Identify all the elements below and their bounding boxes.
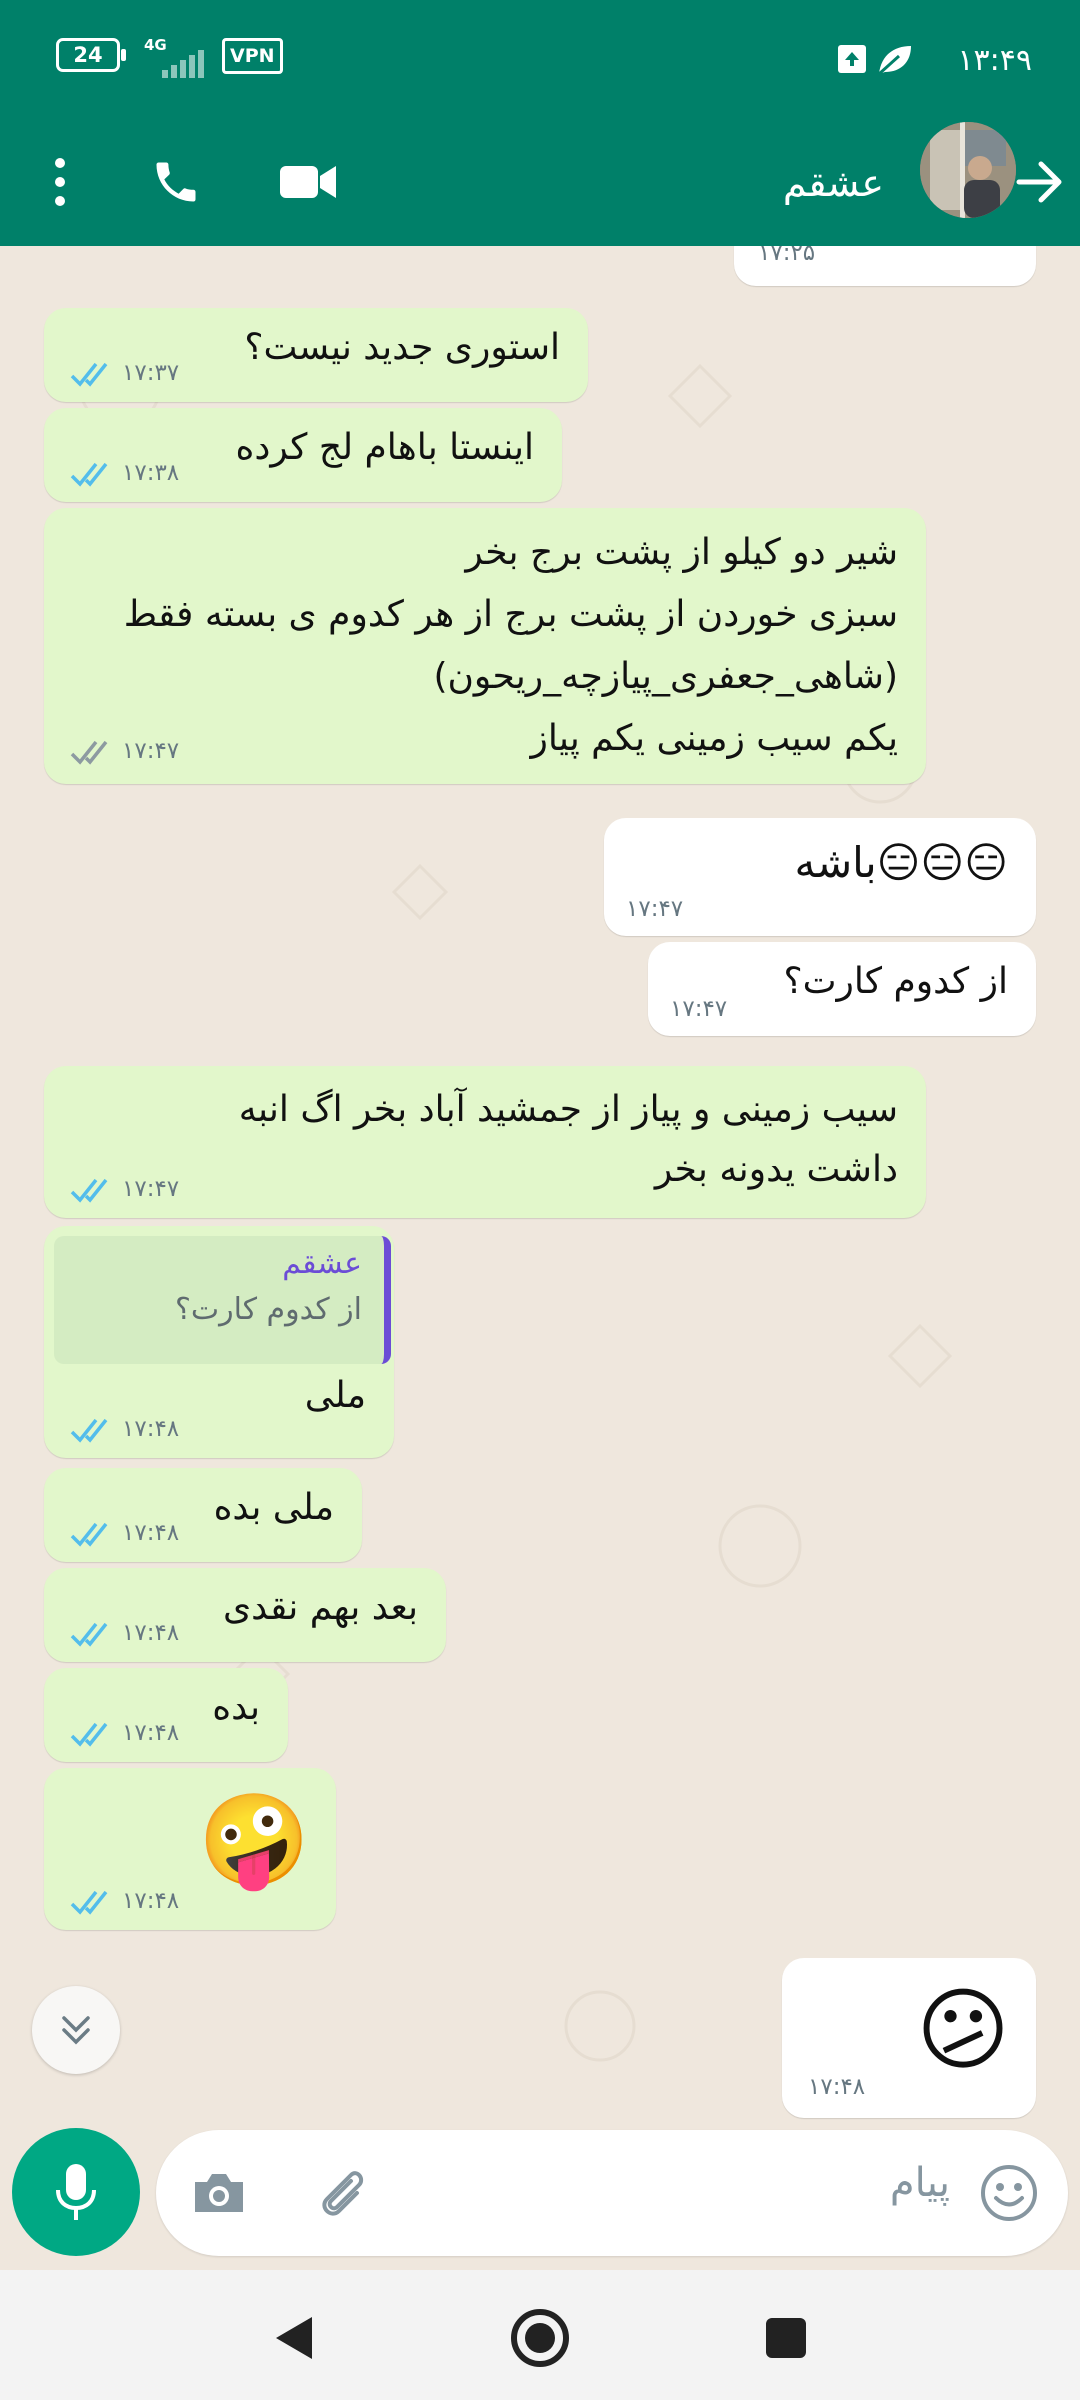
message-time: ۱۷:۴۸ — [122, 1720, 180, 1746]
contact-name[interactable]: عشقم — [783, 148, 884, 218]
recents-nav-icon[interactable] — [746, 2298, 826, 2378]
message-time: ۱۷:۴۸ — [122, 1620, 180, 1646]
message-bubble[interactable]: بعد بهم نقدی ۱۷:۴۸ — [44, 1568, 446, 1662]
more-options-icon[interactable] — [20, 142, 100, 222]
message-text: استوری جدید نیست؟ — [244, 327, 560, 368]
chevron-double-down-icon — [62, 2016, 90, 2045]
app-bar: 24 4G VPN ۱۳:۴۹ عشقم — [0, 0, 1080, 246]
network-type: 4G — [144, 36, 167, 54]
message-bubble[interactable]: ملی بده ۱۷:۴۸ — [44, 1468, 362, 1562]
message-text: اینستا باهام لج کرده — [235, 427, 535, 468]
double-check-icon — [70, 1178, 108, 1203]
message-emoji: 🤪 — [197, 1788, 310, 1893]
message-text: 😑😑😑باشه — [794, 838, 1008, 887]
message-bubble-emoji[interactable]: 😕 ۱۷:۴۸ — [782, 1958, 1036, 2118]
voice-call-icon[interactable] — [136, 142, 216, 222]
emoji-icon[interactable] — [970, 2154, 1048, 2232]
message-bubble[interactable]: بده ۱۷:۴۸ — [44, 1668, 288, 1762]
signal-indicator: 4G — [140, 36, 210, 82]
chat-area[interactable]: ۱۷:۲۵ استوری جدید نیست؟ ۱۷:۳۷ اینستا باه… — [0, 246, 1080, 2130]
message-time: ۱۷:۴۷ — [626, 896, 684, 922]
message-text: از کدوم کارت؟ — [783, 961, 1008, 1002]
message-time: ۱۷:۴۷ — [670, 996, 728, 1022]
double-check-icon — [70, 1890, 108, 1915]
contact-avatar[interactable] — [920, 122, 1016, 218]
message-text: بعد بهم نقدی — [222, 1587, 418, 1628]
quoted-message[interactable]: عشقم از کدوم کارت؟ — [54, 1236, 391, 1364]
message-bubble-reply[interactable]: عشقم از کدوم کارت؟ ملی ۱۷:۴۸ — [44, 1226, 394, 1458]
system-navigation-bar — [0, 2270, 1080, 2400]
message-input-bar[interactable]: پیام — [156, 2130, 1068, 2256]
double-check-icon — [70, 1522, 108, 1547]
message-bubble[interactable]: اینستا باهام لج کرده ۱۷:۳۸ — [44, 408, 562, 502]
message-time: ۱۷:۴۷ — [122, 1176, 180, 1202]
attach-icon[interactable] — [302, 2154, 380, 2232]
double-check-icon — [70, 1418, 108, 1443]
message-emoji: 😕 — [916, 1978, 1010, 2083]
message-input[interactable]: پیام — [890, 2160, 950, 2206]
double-check-icon — [70, 362, 108, 387]
camera-icon[interactable] — [180, 2154, 258, 2232]
message-bubble[interactable]: استوری جدید نیست؟ ۱۷:۳۷ — [44, 308, 588, 402]
message-time: ۱۷:۴۸ — [122, 1416, 180, 1442]
vpn-badge: VPN — [222, 38, 283, 74]
message-time: ۱۷:۴۸ — [122, 1888, 180, 1914]
home-nav-icon[interactable] — [500, 2298, 580, 2378]
message-time: ۱۷:۴۷ — [122, 738, 180, 764]
message-bubble-emoji[interactable]: 🤪 ۱۷:۴۸ — [44, 1768, 336, 1930]
double-check-icon — [70, 1622, 108, 1647]
quoted-sender: عشقم — [282, 1246, 362, 1281]
clock: ۱۳:۴۹ — [957, 42, 1032, 78]
message-time: ۱۷:۲۵ — [758, 246, 816, 266]
message-text: ملی — [304, 1375, 366, 1416]
status-bar: 24 4G VPN ۱۳:۴۹ — [0, 0, 1080, 118]
scroll-to-bottom-button[interactable] — [32, 1986, 120, 2074]
leaf-icon — [875, 38, 915, 82]
battery-indicator: 24 — [56, 38, 126, 72]
mic-button[interactable] — [12, 2128, 140, 2256]
message-text: ملی بده — [213, 1487, 334, 1528]
message-time: ۱۷:۳۷ — [122, 360, 180, 386]
double-check-icon — [70, 740, 108, 765]
message-time: ۱۷:۴۸ — [808, 2074, 866, 2100]
mic-icon — [56, 2164, 96, 2220]
quoted-text: از کدوم کارت؟ — [174, 1292, 362, 1327]
chat-header: عشقم — [0, 118, 1080, 246]
message-bubble[interactable]: از کدوم کارت؟ ۱۷:۴۷ — [648, 942, 1036, 1036]
message-time: ۱۷:۴۸ — [122, 1520, 180, 1546]
message-bubble[interactable]: سیب زمینی و پیاز از جمشید آباد بخر اگ ان… — [44, 1066, 926, 1218]
message-bubble[interactable]: ۱۷:۲۵ — [734, 246, 1036, 286]
message-text: سیب زمینی و پیاز از جمشید آباد بخر اگ ان… — [238, 1089, 898, 1190]
message-bubble[interactable]: شیر دو کیلو از پشت برج بخر سبزی خوردن از… — [44, 508, 926, 784]
upload-icon — [838, 45, 866, 73]
message-text: شیر دو کیلو از پشت برج بخر سبزی خوردن از… — [123, 532, 898, 759]
double-check-icon — [70, 1722, 108, 1747]
back-nav-icon[interactable] — [254, 2298, 334, 2378]
double-check-icon — [70, 462, 108, 487]
message-text: بده — [212, 1687, 260, 1728]
message-time: ۱۷:۳۸ — [122, 460, 180, 486]
video-call-icon[interactable] — [268, 142, 348, 222]
message-bubble[interactable]: 😑😑😑باشه ۱۷:۴۷ — [604, 818, 1036, 936]
